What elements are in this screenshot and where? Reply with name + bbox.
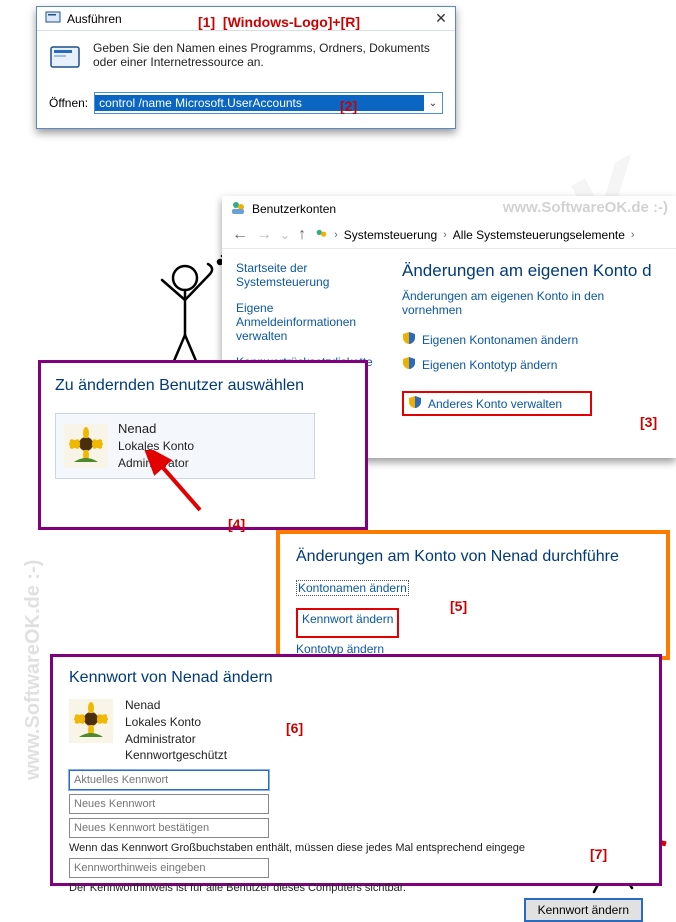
chevron-right-icon: › <box>631 229 635 241</box>
run-program-icon <box>49 41 81 76</box>
pw-user-type: Lokales Konto <box>125 714 227 731</box>
link-label: Anderes Konto verwalten <box>428 397 562 411</box>
pw-user-role: Administrator <box>125 731 227 748</box>
pw-heading: Kennwort von Nenad ändern <box>69 669 643 687</box>
sidebar-home[interactable]: Startseite der Systemsteuerung <box>236 261 388 289</box>
crumb-control-panel[interactable]: Systemsteuerung <box>344 228 437 242</box>
pw-note-hint: Der Kennworthinweis ist für alle Benutze… <box>69 882 643 894</box>
new-password-input[interactable] <box>69 794 269 814</box>
breadcrumb[interactable]: › Systemsteuerung › Alle Systemsteuerung… <box>314 228 635 242</box>
sidebar-credentials[interactable]: Eigene Anmeldeinformationen verwalten <box>236 301 388 343</box>
red-arrow-icon <box>140 450 220 530</box>
run-command-text: control /name Microsoft.UserAccounts <box>95 95 424 111</box>
user-accounts-title: Benutzerkonten <box>252 202 336 216</box>
shield-icon <box>408 395 422 412</box>
shield-icon <box>402 331 416 348</box>
crumb-all-items[interactable]: Alle Systemsteuerungselemente <box>453 228 625 242</box>
pw-user-protected: Kennwortgeschützt <box>125 747 227 764</box>
user-accounts-icon <box>314 228 328 242</box>
run-icon <box>45 9 61 28</box>
main-sublink[interactable]: Änderungen am eigenen Konto in den vorne… <box>402 289 676 317</box>
link-label: Eigenen Kontotyp ändern <box>422 358 557 372</box>
run-title: Ausführen <box>67 12 122 26</box>
shield-icon <box>402 356 416 373</box>
run-description: Geben Sie den Namen eines Programms, Ord… <box>93 41 443 69</box>
link-manage-other[interactable]: Anderes Konto verwalten <box>402 391 592 416</box>
nav-forward-icon[interactable]: → <box>256 226 272 244</box>
change-password-panel: Kennwort von Nenad ändern Nenad Lokales … <box>50 654 662 886</box>
annotation-4: [4] <box>228 516 245 532</box>
link-change-name[interactable]: Eigenen Kontonamen ändern <box>402 331 676 348</box>
chevron-right-icon: › <box>443 229 447 241</box>
link-change-type[interactable]: Eigenen Kontotyp ändern <box>402 356 676 373</box>
password-hint-input[interactable] <box>69 858 269 878</box>
run-command-combo[interactable]: control /name Microsoft.UserAccounts ⌄ <box>94 92 443 114</box>
confirm-password-input[interactable] <box>69 818 269 838</box>
chevron-down-icon[interactable]: ⌄ <box>280 228 290 242</box>
pw-note-caps: Wenn das Kennwort Großbuchstaben enthält… <box>69 842 643 854</box>
nav-toolbar: ← → ⌄ ↑ › Systemsteuerung › Alle Systems… <box>222 222 676 249</box>
avatar-icon <box>64 424 108 468</box>
current-password-input[interactable] <box>69 770 269 790</box>
chevron-right-icon: › <box>334 229 338 241</box>
annotation-3: [3] <box>640 414 657 430</box>
close-icon[interactable]: ✕ <box>431 9 451 29</box>
avatar-icon <box>69 699 113 743</box>
select-user-heading: Zu ändernden Benutzer auswählen <box>55 377 351 395</box>
annotation-7: [7] <box>590 846 607 862</box>
user-accounts-icon <box>230 200 246 219</box>
annotation-1: [1] [Windows-Logo]+[R] <box>198 14 360 30</box>
link-change-password[interactable]: Kennwort ändern <box>302 612 393 626</box>
nav-up-icon[interactable]: ↑ <box>298 226 306 244</box>
main-heading: Änderungen am eigenen Konto d <box>402 261 676 281</box>
link-change-account-name[interactable]: Kontonamen ändern <box>296 580 409 596</box>
annotation-2: [2] <box>340 98 357 114</box>
chevron-down-icon[interactable]: ⌄ <box>424 98 442 109</box>
changes-panel: Änderungen am Konto von Nenad durchführe… <box>276 530 670 660</box>
link-label: Eigenen Kontonamen ändern <box>422 333 578 347</box>
nav-back-icon[interactable]: ← <box>232 226 248 244</box>
annotation-6: [6] <box>286 720 303 736</box>
changes-heading: Änderungen am Konto von Nenad durchführe <box>296 548 650 566</box>
annotation-5: [5] <box>450 598 467 614</box>
pw-user-name: Nenad <box>125 697 227 714</box>
watermark-url: www.SoftwareOK.de :-) <box>503 199 668 216</box>
run-open-label: Öffnen: <box>49 96 88 110</box>
user-name: Nenad <box>118 420 194 438</box>
